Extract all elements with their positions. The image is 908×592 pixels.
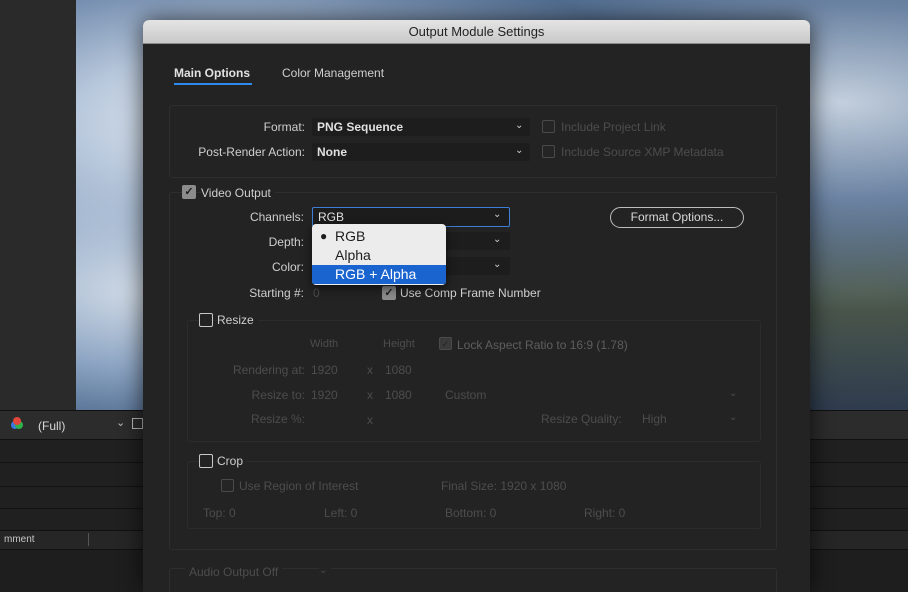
include-xmp-checkbox[interactable] [542, 145, 555, 158]
video-output-checkbox[interactable]: ✓ [182, 185, 196, 199]
left-panel [0, 0, 76, 410]
format-options-button[interactable]: Format Options... [610, 207, 744, 228]
use-comp-frame-label: Use Comp Frame Number [400, 286, 541, 300]
title-bar[interactable]: Output Module Settings [143, 20, 810, 44]
chevron-down-icon[interactable]: ⌄ [116, 416, 125, 429]
include-xmp-label: Include Source XMP Metadata [561, 145, 724, 159]
resize-to-label: Resize to: [251, 388, 305, 402]
include-project-link-label: Include Project Link [561, 120, 666, 134]
resolution-select[interactable]: (Full) [38, 419, 65, 433]
chevron-down-icon[interactable]: ⌄ [515, 120, 523, 131]
resize-quality-select[interactable]: High [642, 412, 667, 426]
column-separator[interactable] [88, 533, 89, 546]
x-separator: x [367, 388, 373, 402]
active-tab-indicator [174, 83, 252, 85]
option-rgb-alpha[interactable]: RGB + Alpha [312, 265, 446, 284]
rendering-height: 1080 [385, 363, 412, 377]
chevron-down-icon[interactable]: ⌄ [515, 145, 523, 156]
output-module-dialog: Output Module Settings Main Options Colo… [143, 20, 810, 592]
lock-aspect-label: Lock Aspect Ratio to 16:9 (1.78) [457, 338, 628, 352]
video-output-label: Video Output [201, 186, 275, 200]
format-label: Format: [263, 120, 305, 134]
use-roi-checkbox[interactable] [221, 479, 234, 492]
lock-aspect-checkbox[interactable]: ✓ [439, 337, 452, 350]
crop-checkbox[interactable] [199, 454, 213, 468]
resize-to-width[interactable]: 1920 [311, 388, 338, 402]
checked-dot-icon: ● [320, 229, 328, 243]
resize-preset-select[interactable]: Custom [445, 388, 486, 402]
post-render-select[interactable]: None [312, 143, 530, 161]
rendering-at-label: Rendering at: [232, 363, 305, 377]
tab-color-management[interactable]: Color Management [282, 66, 384, 80]
audio-output-select[interactable]: Audio Output Off [185, 565, 283, 579]
chevron-down-icon[interactable]: ⌄ [493, 234, 501, 245]
starting-number-label: Starting #: [249, 286, 304, 300]
resize-checkbox[interactable] [199, 313, 213, 327]
x-separator: x [367, 413, 373, 427]
comment-column-label[interactable]: mment [4, 534, 35, 545]
chevron-down-icon[interactable]: ⌄ [493, 209, 501, 220]
color-channels-icon[interactable] [10, 416, 24, 430]
starting-number-field[interactable]: 0 [313, 286, 320, 300]
chevron-down-icon[interactable]: ⌄ [493, 259, 501, 270]
crop-left[interactable]: Left: 0 [324, 506, 357, 520]
resize-quality-label: Resize Quality: [541, 412, 622, 426]
dialog-title: Output Module Settings [408, 24, 545, 39]
chevron-down-icon[interactable]: ⌄ [729, 412, 737, 423]
post-render-label: Post-Render Action: [198, 145, 305, 159]
color-label: Color: [271, 260, 304, 274]
use-roi-label: Use Region of Interest [239, 479, 359, 493]
crop-right[interactable]: Right: 0 [584, 506, 625, 520]
format-value: PNG Sequence [317, 120, 404, 134]
post-render-value: None [317, 145, 347, 159]
crop-top[interactable]: Top: 0 [203, 506, 236, 520]
chevron-down-icon[interactable]: ⌄ [729, 388, 737, 399]
height-header: Height [383, 338, 415, 350]
use-comp-frame-checkbox[interactable]: ✓ [382, 286, 396, 300]
option-alpha[interactable]: Alpha [312, 246, 446, 265]
channels-value: RGB [318, 210, 345, 224]
format-select[interactable]: PNG Sequence [312, 118, 530, 136]
chevron-down-icon[interactable]: ⌄ [319, 565, 332, 576]
final-size-text: Final Size: 1920 x 1080 [441, 479, 567, 493]
channels-dropdown-menu: ● RGB Alpha RGB + Alpha [312, 224, 446, 285]
tab-main-options[interactable]: Main Options [174, 66, 250, 80]
resize-to-height[interactable]: 1080 [385, 388, 412, 402]
crop-bottom[interactable]: Bottom: 0 [445, 506, 496, 520]
crop-label: Crop [217, 454, 248, 468]
x-separator: x [367, 363, 373, 377]
depth-label: Depth: [268, 235, 304, 249]
channels-label: Channels: [249, 210, 304, 224]
include-project-link-checkbox[interactable] [542, 120, 555, 133]
resize-label: Resize [217, 313, 258, 327]
option-rgb[interactable]: ● RGB [312, 227, 446, 246]
rendering-width: 1920 [311, 363, 338, 377]
format-section [169, 105, 777, 178]
resize-percent-label: Resize %: [250, 412, 305, 426]
width-header: Width [310, 338, 339, 350]
region-icon[interactable] [132, 418, 143, 429]
